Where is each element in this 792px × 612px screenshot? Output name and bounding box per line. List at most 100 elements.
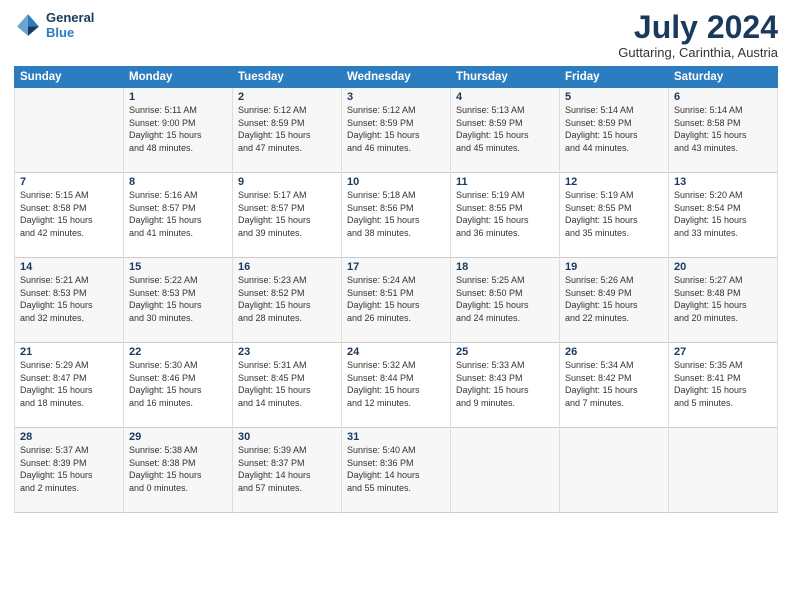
day-header-wednesday: Wednesday [342, 67, 451, 88]
calendar-cell: 15Sunrise: 5:22 AM Sunset: 8:53 PM Dayli… [124, 258, 233, 343]
calendar-cell: 25Sunrise: 5:33 AM Sunset: 8:43 PM Dayli… [451, 343, 560, 428]
day-number: 27 [674, 346, 772, 358]
calendar-cell: 19Sunrise: 5:26 AM Sunset: 8:49 PM Dayli… [560, 258, 669, 343]
calendar-cell: 26Sunrise: 5:34 AM Sunset: 8:42 PM Dayli… [560, 343, 669, 428]
calendar-cell: 6Sunrise: 5:14 AM Sunset: 8:58 PM Daylig… [669, 88, 778, 173]
day-number: 25 [456, 346, 554, 358]
day-number: 26 [565, 346, 663, 358]
day-number: 29 [129, 431, 227, 443]
location-subtitle: Guttaring, Carinthia, Austria [618, 45, 778, 60]
day-info: Sunrise: 5:30 AM Sunset: 8:46 PM Dayligh… [129, 359, 227, 409]
day-info: Sunrise: 5:23 AM Sunset: 8:52 PM Dayligh… [238, 274, 336, 324]
day-number: 4 [456, 91, 554, 103]
calendar-week-row: 14Sunrise: 5:21 AM Sunset: 8:53 PM Dayli… [15, 258, 778, 343]
day-info: Sunrise: 5:24 AM Sunset: 8:51 PM Dayligh… [347, 274, 445, 324]
calendar-cell [560, 428, 669, 513]
day-number: 28 [20, 431, 118, 443]
day-info: Sunrise: 5:34 AM Sunset: 8:42 PM Dayligh… [565, 359, 663, 409]
day-info: Sunrise: 5:40 AM Sunset: 8:36 PM Dayligh… [347, 444, 445, 494]
calendar-cell: 28Sunrise: 5:37 AM Sunset: 8:39 PM Dayli… [15, 428, 124, 513]
day-info: Sunrise: 5:15 AM Sunset: 8:58 PM Dayligh… [20, 189, 118, 239]
day-number: 22 [129, 346, 227, 358]
day-number: 19 [565, 261, 663, 273]
calendar-week-row: 21Sunrise: 5:29 AM Sunset: 8:47 PM Dayli… [15, 343, 778, 428]
day-info: Sunrise: 5:25 AM Sunset: 8:50 PM Dayligh… [456, 274, 554, 324]
calendar-cell: 29Sunrise: 5:38 AM Sunset: 8:38 PM Dayli… [124, 428, 233, 513]
calendar-table: SundayMondayTuesdayWednesdayThursdayFrid… [14, 66, 778, 513]
day-number: 17 [347, 261, 445, 273]
day-number: 13 [674, 176, 772, 188]
calendar-cell: 23Sunrise: 5:31 AM Sunset: 8:45 PM Dayli… [233, 343, 342, 428]
calendar-week-row: 1Sunrise: 5:11 AM Sunset: 9:00 PM Daylig… [15, 88, 778, 173]
calendar-cell [451, 428, 560, 513]
day-number: 20 [674, 261, 772, 273]
logo: General Blue [14, 10, 94, 40]
day-header-monday: Monday [124, 67, 233, 88]
day-info: Sunrise: 5:16 AM Sunset: 8:57 PM Dayligh… [129, 189, 227, 239]
title-block: July 2024 Guttaring, Carinthia, Austria [618, 10, 778, 60]
day-number: 10 [347, 176, 445, 188]
day-info: Sunrise: 5:31 AM Sunset: 8:45 PM Dayligh… [238, 359, 336, 409]
day-info: Sunrise: 5:18 AM Sunset: 8:56 PM Dayligh… [347, 189, 445, 239]
day-number: 5 [565, 91, 663, 103]
calendar-week-row: 7Sunrise: 5:15 AM Sunset: 8:58 PM Daylig… [15, 173, 778, 258]
calendar-cell: 30Sunrise: 5:39 AM Sunset: 8:37 PM Dayli… [233, 428, 342, 513]
day-number: 3 [347, 91, 445, 103]
header: General Blue July 2024 Guttaring, Carint… [14, 10, 778, 60]
calendar-cell [15, 88, 124, 173]
day-info: Sunrise: 5:11 AM Sunset: 9:00 PM Dayligh… [129, 104, 227, 154]
day-info: Sunrise: 5:12 AM Sunset: 8:59 PM Dayligh… [238, 104, 336, 154]
day-number: 23 [238, 346, 336, 358]
day-number: 6 [674, 91, 772, 103]
calendar-cell: 1Sunrise: 5:11 AM Sunset: 9:00 PM Daylig… [124, 88, 233, 173]
calendar-cell: 13Sunrise: 5:20 AM Sunset: 8:54 PM Dayli… [669, 173, 778, 258]
calendar-cell: 27Sunrise: 5:35 AM Sunset: 8:41 PM Dayli… [669, 343, 778, 428]
day-number: 1 [129, 91, 227, 103]
day-number: 12 [565, 176, 663, 188]
day-info: Sunrise: 5:32 AM Sunset: 8:44 PM Dayligh… [347, 359, 445, 409]
calendar-cell [669, 428, 778, 513]
day-number: 21 [20, 346, 118, 358]
day-info: Sunrise: 5:13 AM Sunset: 8:59 PM Dayligh… [456, 104, 554, 154]
day-info: Sunrise: 5:27 AM Sunset: 8:48 PM Dayligh… [674, 274, 772, 324]
day-info: Sunrise: 5:14 AM Sunset: 8:59 PM Dayligh… [565, 104, 663, 154]
calendar-cell: 12Sunrise: 5:19 AM Sunset: 8:55 PM Dayli… [560, 173, 669, 258]
calendar-cell: 9Sunrise: 5:17 AM Sunset: 8:57 PM Daylig… [233, 173, 342, 258]
calendar-cell: 11Sunrise: 5:19 AM Sunset: 8:55 PM Dayli… [451, 173, 560, 258]
day-info: Sunrise: 5:19 AM Sunset: 8:55 PM Dayligh… [456, 189, 554, 239]
calendar-cell: 4Sunrise: 5:13 AM Sunset: 8:59 PM Daylig… [451, 88, 560, 173]
day-info: Sunrise: 5:19 AM Sunset: 8:55 PM Dayligh… [565, 189, 663, 239]
day-info: Sunrise: 5:33 AM Sunset: 8:43 PM Dayligh… [456, 359, 554, 409]
day-number: 24 [347, 346, 445, 358]
calendar-cell: 14Sunrise: 5:21 AM Sunset: 8:53 PM Dayli… [15, 258, 124, 343]
day-info: Sunrise: 5:20 AM Sunset: 8:54 PM Dayligh… [674, 189, 772, 239]
calendar-cell: 16Sunrise: 5:23 AM Sunset: 8:52 PM Dayli… [233, 258, 342, 343]
day-number: 9 [238, 176, 336, 188]
calendar-cell: 18Sunrise: 5:25 AM Sunset: 8:50 PM Dayli… [451, 258, 560, 343]
day-info: Sunrise: 5:22 AM Sunset: 8:53 PM Dayligh… [129, 274, 227, 324]
day-number: 11 [456, 176, 554, 188]
day-info: Sunrise: 5:17 AM Sunset: 8:57 PM Dayligh… [238, 189, 336, 239]
day-number: 2 [238, 91, 336, 103]
calendar-cell: 8Sunrise: 5:16 AM Sunset: 8:57 PM Daylig… [124, 173, 233, 258]
day-number: 7 [20, 176, 118, 188]
calendar-cell: 2Sunrise: 5:12 AM Sunset: 8:59 PM Daylig… [233, 88, 342, 173]
day-number: 14 [20, 261, 118, 273]
day-header-tuesday: Tuesday [233, 67, 342, 88]
day-info: Sunrise: 5:37 AM Sunset: 8:39 PM Dayligh… [20, 444, 118, 494]
logo-icon [14, 11, 42, 39]
day-info: Sunrise: 5:39 AM Sunset: 8:37 PM Dayligh… [238, 444, 336, 494]
month-title: July 2024 [618, 10, 778, 45]
calendar-cell: 31Sunrise: 5:40 AM Sunset: 8:36 PM Dayli… [342, 428, 451, 513]
day-info: Sunrise: 5:21 AM Sunset: 8:53 PM Dayligh… [20, 274, 118, 324]
calendar-week-row: 28Sunrise: 5:37 AM Sunset: 8:39 PM Dayli… [15, 428, 778, 513]
day-info: Sunrise: 5:26 AM Sunset: 8:49 PM Dayligh… [565, 274, 663, 324]
day-info: Sunrise: 5:35 AM Sunset: 8:41 PM Dayligh… [674, 359, 772, 409]
calendar-cell: 22Sunrise: 5:30 AM Sunset: 8:46 PM Dayli… [124, 343, 233, 428]
logo-text: General Blue [46, 10, 94, 40]
day-header-sunday: Sunday [15, 67, 124, 88]
day-number: 30 [238, 431, 336, 443]
calendar-cell: 20Sunrise: 5:27 AM Sunset: 8:48 PM Dayli… [669, 258, 778, 343]
day-info: Sunrise: 5:29 AM Sunset: 8:47 PM Dayligh… [20, 359, 118, 409]
calendar-cell: 7Sunrise: 5:15 AM Sunset: 8:58 PM Daylig… [15, 173, 124, 258]
